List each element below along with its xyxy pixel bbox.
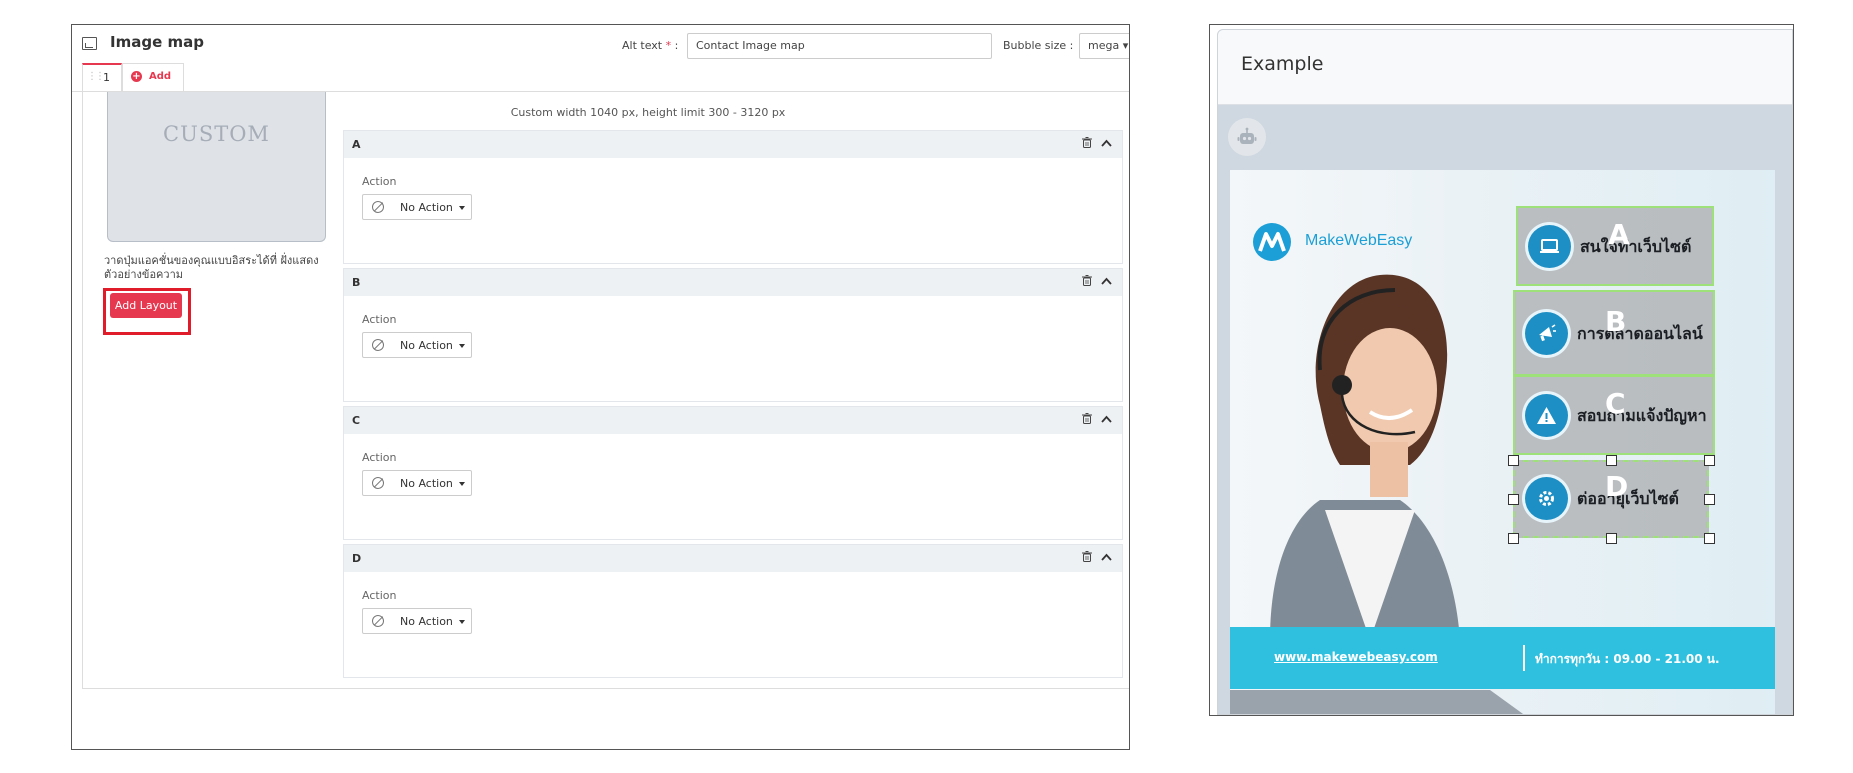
editor-title: Image map	[110, 33, 204, 51]
action-label: Action	[362, 175, 397, 188]
area-header: B	[344, 269, 1122, 296]
caret-down-icon	[459, 620, 465, 624]
trash-icon[interactable]	[1082, 413, 1092, 424]
action-dropdown[interactable]: No Action	[362, 194, 472, 220]
resize-handle-s[interactable]	[1606, 533, 1617, 544]
website-url: www.makewebeasy.com	[1274, 650, 1438, 664]
image-map-editor: Image map Alt text * : Contact Image map…	[71, 24, 1130, 750]
caret-down-icon	[459, 344, 465, 348]
area-header: D	[344, 545, 1122, 572]
tab-bar: ⋮⋮ 1 + Add	[72, 63, 1129, 92]
action-dropdown[interactable]: No Action	[362, 470, 472, 496]
hotspot-text: สอบถามแจ้งปัญหา	[1577, 406, 1707, 425]
chevron-up-icon[interactable]	[1101, 277, 1112, 285]
ban-icon	[372, 477, 384, 489]
warning-icon	[1525, 394, 1568, 437]
caret-down-icon	[459, 206, 465, 210]
resize-handle-nw[interactable]	[1508, 455, 1519, 466]
hotspot-a[interactable]: สนใจทำเว็บไซต์ A	[1516, 206, 1714, 286]
divider	[1523, 645, 1525, 671]
action-dropdown[interactable]: No Action	[362, 332, 472, 358]
area-panel-c: C Action No Action	[343, 406, 1123, 540]
resize-handle-se[interactable]	[1704, 533, 1715, 544]
preview-header: Example	[1218, 30, 1792, 105]
trash-icon[interactable]	[1082, 137, 1092, 148]
image-map-banner: MakeWebEasy สนใจทำเว็บไซต์ A การตลาดออนไ…	[1230, 170, 1775, 714]
add-layout-button[interactable]: Add Layout	[110, 293, 182, 318]
resize-handle-ne[interactable]	[1704, 455, 1715, 466]
image-map-icon	[82, 37, 97, 50]
hotspot-text: การตลาดออนไลน์	[1577, 324, 1703, 343]
area-letter: C	[352, 414, 361, 427]
preview-title: Example	[1241, 53, 1324, 75]
required-mark: *	[665, 39, 672, 52]
hotspot-letter: D	[1605, 470, 1629, 503]
alt-text-input[interactable]: Contact Image map	[687, 33, 992, 59]
area-panel-a: A Action No Action	[343, 130, 1123, 264]
trash-icon[interactable]	[1082, 275, 1092, 286]
area-panel-d: D Action No Action	[343, 544, 1123, 678]
action-label: Action	[362, 589, 397, 602]
hotspot-b[interactable]: การตลาดออนไลน์ B	[1513, 290, 1715, 376]
action-label: Action	[362, 451, 397, 464]
resize-handle-sw[interactable]	[1508, 533, 1519, 544]
resize-handle-n[interactable]	[1606, 455, 1617, 466]
area-header: C	[344, 407, 1122, 434]
action-label: Action	[362, 313, 397, 326]
area-header: A	[344, 131, 1122, 158]
plus-circle-icon: +	[131, 71, 142, 82]
custom-layout-label: CUSTOM	[163, 122, 270, 146]
action-dropdown[interactable]: No Action	[362, 608, 472, 634]
preview-panel: Example MakeWebEasy สนใจทำเว็บไซต์ A การ…	[1217, 29, 1793, 715]
hotspot-letter: A	[1608, 218, 1630, 251]
resize-handle-w[interactable]	[1508, 494, 1519, 505]
hotspot-d[interactable]: ต่ออายุเว็บไซต์ D	[1513, 460, 1709, 538]
bubble-size-select[interactable]: mega ▾	[1079, 33, 1129, 59]
business-hours: ทำการทุกวัน : 09.00 - 21.00 น.	[1535, 652, 1720, 666]
robot-icon	[1228, 118, 1266, 156]
alt-text-label: Alt text * :	[622, 39, 679, 52]
caret-down-icon	[459, 482, 465, 486]
logo-text: MakeWebEasy	[1305, 232, 1413, 249]
size-note: Custom width 1040 px, height limit 300 -…	[510, 106, 786, 119]
example-preview: Example MakeWebEasy สนใจทำเว็บไซต์ A การ…	[1209, 24, 1794, 716]
hotspot-letter: C	[1605, 387, 1626, 420]
area-letter: B	[352, 276, 361, 289]
area-panel-b: B Action No Action	[343, 268, 1123, 402]
chevron-up-icon[interactable]	[1101, 553, 1112, 561]
megaphone-icon	[1525, 312, 1568, 355]
ban-icon	[372, 201, 384, 213]
gear-icon	[1525, 477, 1568, 520]
hotspot-c[interactable]: สอบถามแจ้งปัญหา C	[1513, 375, 1715, 455]
drag-handle-icon[interactable]: ⋮⋮	[87, 71, 105, 82]
hotspot-text: สนใจทำเว็บไซต์	[1580, 237, 1692, 256]
contact-bar: www.makewebeasy.com ทำการทุกวัน : 09.00 …	[1230, 627, 1775, 689]
add-tab-button[interactable]: + Add	[122, 63, 184, 91]
makewebeasy-logo	[1253, 223, 1291, 261]
editor-content: CUSTOM วาดปุ่มแอคชั่นของคุณแบบอิสระได้ที…	[82, 91, 1129, 689]
ban-icon	[372, 339, 384, 351]
laptop-icon	[1528, 225, 1571, 268]
chevron-up-icon[interactable]	[1101, 415, 1112, 423]
ban-icon	[372, 615, 384, 627]
editor-header: Image map Alt text * : Contact Image map…	[72, 25, 1129, 63]
tab-1[interactable]: ⋮⋮ 1	[82, 63, 122, 91]
area-letter: D	[352, 552, 362, 565]
resize-handle-e[interactable]	[1704, 494, 1715, 505]
chevron-up-icon[interactable]	[1101, 139, 1112, 147]
custom-layout-description: วาดปุ่มแอคชั่นของคุณแบบอิสระได้ที่ ฝั่งแ…	[104, 254, 319, 281]
trash-icon[interactable]	[1082, 551, 1092, 562]
hotspot-letter: B	[1605, 305, 1627, 338]
bubble-size-label: Bubble size :	[1003, 39, 1074, 52]
area-letter: A	[352, 138, 361, 151]
